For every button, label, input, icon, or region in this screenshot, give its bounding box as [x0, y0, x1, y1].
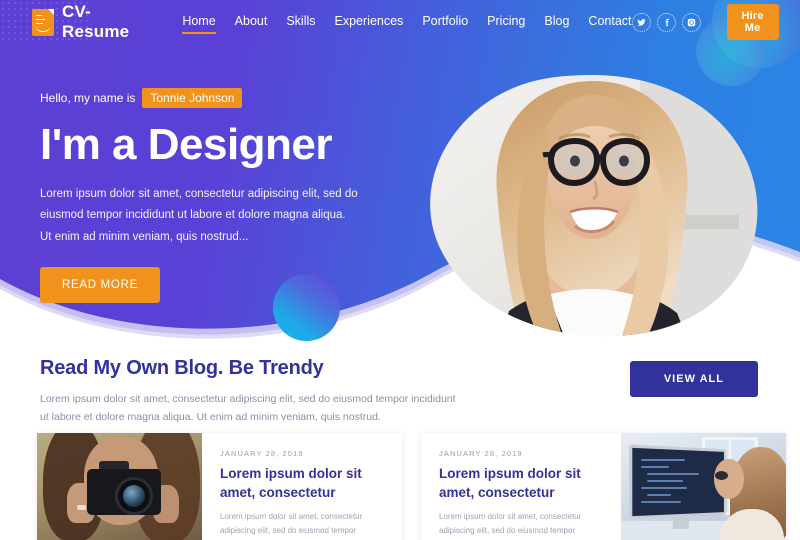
nav-item-skills[interactable]: Skills [286, 14, 315, 31]
nav-item-portfolio[interactable]: Portfolio [422, 14, 468, 31]
view-all-button[interactable]: VIEW ALL [629, 361, 758, 397]
blog-card[interactable]: JANUARY 28, 2019 Lorem ipsum dolor sit a… [421, 433, 786, 540]
blog-card-image-photographer [37, 433, 202, 540]
blog-card-body: JANUARY 28, 2019 Lorem ipsum dolor sit a… [421, 433, 621, 540]
social-links [631, 12, 701, 32]
blog-card-image-coder [621, 433, 786, 540]
read-more-button[interactable]: READ MORE [40, 266, 160, 303]
hero-portrait [425, 73, 760, 338]
blog-card-date: JANUARY 28, 2019 [220, 449, 304, 458]
hero-name-badge: Tonnie Johnson [142, 88, 243, 108]
landing-page: CV-Resume Home About Skills Experiences … [0, 0, 800, 540]
blog-heading: Read My Own Blog. Be Trendy [40, 357, 324, 379]
brand-name: CV-Resume [62, 2, 130, 41]
hero-section: CV-Resume Home About Skills Experiences … [0, 0, 800, 345]
facebook-icon[interactable] [656, 12, 676, 32]
hero-paragraph: Lorem ipsum dolor sit amet, consectetur … [40, 188, 358, 243]
blog-card-excerpt: Lorem ipsum dolor sit amet, consectetur … [439, 512, 582, 536]
nav-item-pricing[interactable]: Pricing [487, 14, 525, 31]
twitter-icon[interactable] [631, 12, 651, 32]
blog-card-title[interactable]: Lorem ipsum dolor sit amet, consectetur [439, 465, 607, 502]
blog-card-excerpt: Lorem ipsum dolor sit amet, consectetur … [220, 512, 363, 536]
brand-logo[interactable]: CV-Resume [32, 2, 129, 42]
nav-item-experiences[interactable]: Experiences [335, 14, 404, 31]
document-resume-icon [32, 8, 54, 36]
hero-greeting: Hello, my name is [40, 91, 136, 105]
hire-me-button[interactable]: Hire Me [726, 4, 779, 40]
blog-card-date: JANUARY 28, 2019 [439, 449, 523, 458]
header-actions: Hire Me [631, 4, 779, 40]
blog-card-list: JANUARY 28, 2019 Lorem ipsum dolor sit a… [37, 433, 786, 540]
nav-item-contact[interactable]: Contact [588, 14, 631, 31]
blog-subheading: Lorem ipsum dolor sit amet, consectetur … [40, 393, 456, 424]
nav-item-home[interactable]: Home [182, 14, 217, 34]
hero-content: Hello, my name is Tonnie Johnson I'm a D… [40, 88, 400, 303]
nav-item-blog[interactable]: Blog [544, 14, 569, 31]
hero-title: I'm a Designer [40, 120, 333, 169]
site-header: CV-Resume Home About Skills Experiences … [0, 0, 800, 44]
blog-card[interactable]: JANUARY 28, 2019 Lorem ipsum dolor sit a… [37, 433, 402, 540]
hero-greeting-row: Hello, my name is Tonnie Johnson [40, 88, 400, 108]
main-navigation: Home About Skills Experiences Portfolio … [182, 14, 632, 34]
nav-item-about[interactable]: About [235, 14, 268, 31]
blog-card-body: JANUARY 28, 2019 Lorem ipsum dolor sit a… [202, 433, 402, 540]
blog-section-header: Read My Own Blog. Be Trendy Lorem ipsum … [40, 357, 500, 427]
instagram-icon[interactable] [681, 12, 701, 32]
blog-card-title[interactable]: Lorem ipsum dolor sit amet, consectetur [220, 465, 388, 502]
